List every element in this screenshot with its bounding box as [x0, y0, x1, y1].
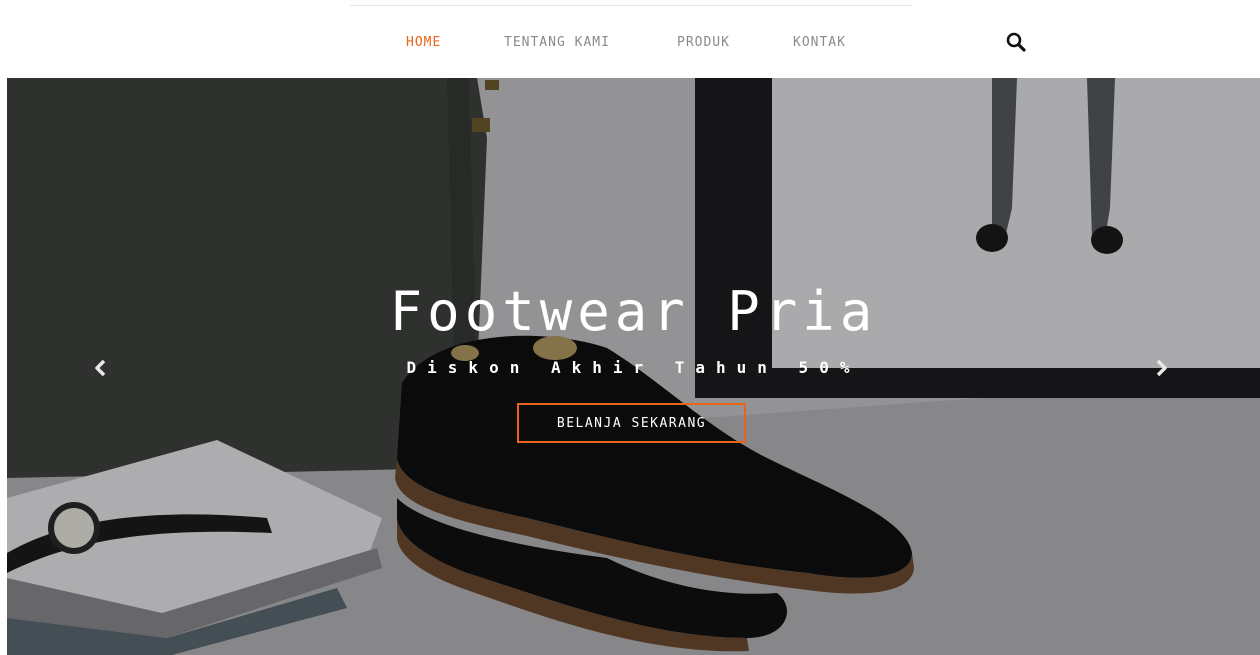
hero-subtitle: Diskon Akhir Tahun 50%: [406, 358, 861, 377]
hero-title: Footwear Pria: [389, 280, 878, 343]
nav-kontak-link[interactable]: KONTAK: [793, 35, 846, 50]
nav-produk-link[interactable]: PRODUK: [677, 35, 730, 50]
hero-slider: Footwear Pria Diskon Akhir Tahun 50% BEL…: [7, 78, 1260, 655]
top-navigation: HOME TENTANG KAMI PRODUK KONTAK: [0, 0, 1260, 78]
nav-home-link[interactable]: HOME: [406, 35, 441, 50]
search-button[interactable]: [1005, 31, 1027, 53]
nav-divider: [350, 5, 913, 6]
chevron-right-icon: [1156, 359, 1167, 377]
nav-tentang-kami-link[interactable]: TENTANG KAMI: [504, 35, 610, 50]
search-icon: [1006, 32, 1026, 52]
shop-now-button[interactable]: BELANJA SEKARANG: [517, 403, 746, 443]
slider-next-button[interactable]: [1151, 358, 1171, 378]
slider-prev-button[interactable]: [91, 358, 111, 378]
chevron-left-icon: [95, 359, 106, 377]
